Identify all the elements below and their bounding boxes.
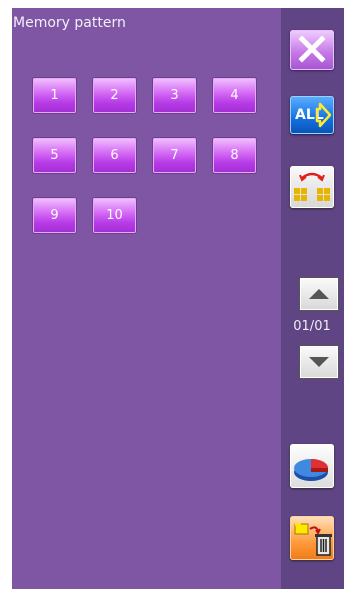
pattern-button-1[interactable]: 1	[33, 78, 76, 113]
chevron-down-icon	[309, 357, 329, 367]
pattern-button-10[interactable]: 10	[93, 198, 136, 233]
swap-icon	[294, 172, 330, 201]
delete-to-trash-button[interactable]	[290, 516, 334, 560]
page-title: Memory pattern	[13, 15, 126, 31]
select-all-button[interactable]: ALL	[290, 96, 334, 134]
pie-chart-button[interactable]	[290, 444, 334, 488]
pattern-button-5[interactable]: 5	[33, 138, 76, 173]
page-up-button[interactable]	[300, 278, 338, 310]
swap-patterns-button[interactable]	[290, 166, 334, 208]
pattern-button-2[interactable]: 2	[93, 78, 136, 113]
chevron-up-icon	[309, 289, 329, 299]
close-button[interactable]	[290, 30, 334, 70]
page-down-button[interactable]	[300, 346, 338, 378]
close-icon	[298, 35, 326, 63]
pattern-button-3[interactable]: 3	[153, 78, 196, 113]
delete-to-trash-icon	[294, 523, 332, 556]
page-indicator: 01/01	[293, 319, 331, 334]
pattern-button-9[interactable]: 9	[33, 198, 76, 233]
pattern-button-6[interactable]: 6	[93, 138, 136, 173]
pie-chart-icon	[294, 459, 328, 481]
pattern-button-4[interactable]: 4	[213, 78, 256, 113]
pattern-button-8[interactable]: 8	[213, 138, 256, 173]
pattern-button-7[interactable]: 7	[153, 138, 196, 173]
arrow-right-icon	[315, 102, 332, 128]
